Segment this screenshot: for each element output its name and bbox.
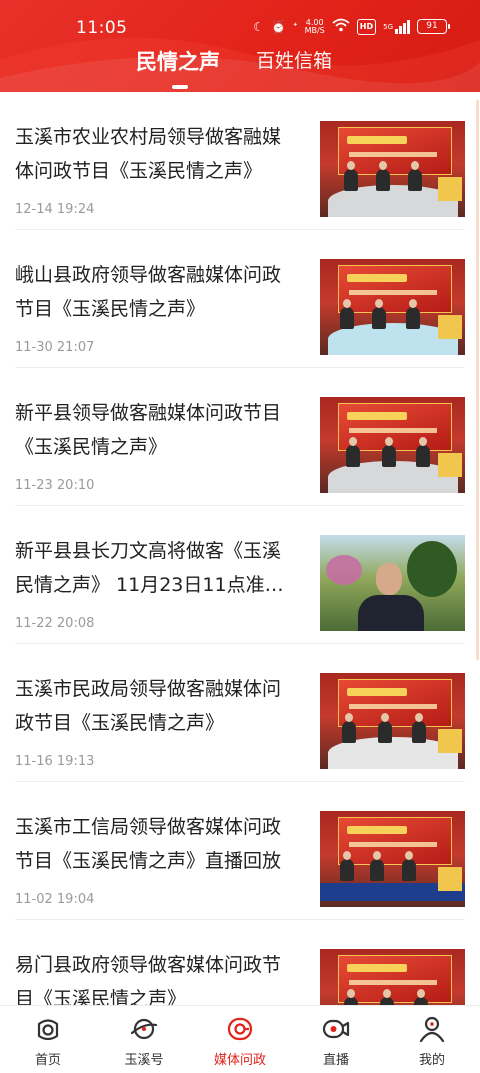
article-title: 玉溪市工信局领导做客媒体问政节目《玉溪民情之声》直播回放 — [15, 816, 282, 872]
app-header: 11:05 ☾ ⏰ ᐩ 4.00 MB/S HD 5G 91 民情之声 百姓信箱 — [0, 0, 480, 92]
battery-level: 91 — [426, 21, 438, 31]
article-list[interactable]: 玉溪市农业农村局领导做客融媒体问政节目《玉溪民情之声》 12-14 19:24 … — [0, 92, 480, 1005]
moon-icon: ☾ — [253, 19, 264, 34]
nav-media-inquiry[interactable]: 媒体问政 — [192, 1006, 288, 1073]
article-time: 12-14 19:24 — [15, 202, 95, 217]
article-item[interactable]: 玉溪市工信局领导做客媒体问政节目《玉溪民情之声》直播回放 11-02 19:04 — [0, 782, 480, 920]
article-item[interactable]: 新平县领导做客融媒体问政节目《玉溪民情之声》 11-23 20:10 — [0, 368, 480, 506]
network-speed: 4.00 MB/S — [304, 18, 325, 35]
article-title: 玉溪市农业农村局领导做客融媒体问政节目《玉溪民情之声》 — [15, 126, 282, 182]
article-thumbnail-studio — [320, 121, 465, 217]
nav-media-inquiry-label: 媒体问政 — [213, 1053, 266, 1068]
article-item[interactable]: 玉溪市民政局领导做客融媒体问政节目《玉溪民情之声》 11-16 19:13 — [0, 644, 480, 782]
article-title: 新平县县长刀文高将做客《玉溪民情之声》 11月23日11点准时收看 — [15, 540, 284, 596]
media-inquiry-icon — [227, 1017, 253, 1041]
nav-yuxi-hao[interactable]: 玉溪号 — [96, 1006, 192, 1073]
alarm-icon: ⏰ — [270, 19, 286, 34]
article-thumbnail-studio — [320, 949, 465, 1005]
signal-label: 5G — [383, 22, 393, 31]
nav-profile-label: 我的 — [418, 1053, 445, 1068]
profile-icon — [419, 1016, 445, 1043]
status-icons: ☾ ⏰ ᐩ 4.00 MB/S HD 5G 91 — [253, 18, 450, 35]
article-time: 11-30 21:07 — [15, 340, 95, 355]
article-item[interactable]: 新平县县长刀文高将做客《玉溪民情之声》 11月23日11点准时收看 11-22 … — [0, 506, 480, 644]
article-time: 11-23 20:10 — [15, 478, 95, 493]
nav-profile[interactable]: 我的 — [384, 1006, 480, 1073]
active-tab-indicator — [172, 85, 188, 89]
article-thumbnail-studio — [320, 397, 465, 493]
article-title: 易门县政府领导做客媒体问政节目《玉溪民情之声》 — [15, 954, 282, 1005]
article-thumbnail-studio — [320, 811, 465, 907]
live-camera-icon — [322, 1019, 350, 1039]
status-bar: 11:05 ☾ ⏰ ᐩ 4.00 MB/S HD 5G 91 — [0, 0, 480, 40]
article-item[interactable]: 玉溪市农业农村局领导做客融媒体问政节目《玉溪民情之声》 12-14 19:24 — [0, 92, 480, 230]
nav-yuxi-hao-label: 玉溪号 — [124, 1053, 164, 1068]
article-title: 玉溪市民政局领导做客融媒体问政节目《玉溪民情之声》 — [15, 678, 282, 734]
bottom-navigation: 首页 玉溪号 媒体问政 直播 我的 — [0, 1005, 480, 1073]
article-time: 11-16 19:13 — [15, 754, 95, 769]
tab-baixing-xinxiang[interactable]: 百姓信箱 — [256, 46, 332, 73]
article-time: 11-02 19:04 — [15, 892, 95, 907]
wifi-icon — [332, 18, 350, 35]
status-time: 11:05 — [76, 18, 128, 38]
bluetooth-icon: ᐩ — [292, 19, 298, 34]
article-item[interactable]: 易门县政府领导做客媒体问政节目《玉溪民情之声》 — [0, 920, 480, 1005]
nav-live[interactable]: 直播 — [288, 1006, 384, 1073]
article-thumbnail-studio — [320, 259, 465, 355]
hd-badge: HD — [356, 18, 377, 35]
planet-icon — [130, 1018, 158, 1040]
header-tabs: 民情之声 百姓信箱 — [0, 46, 480, 89]
nav-live-label: 直播 — [322, 1053, 349, 1068]
article-item[interactable]: 峨山县政府领导做客融媒体问政节目《玉溪民情之声》 11-30 21:07 — [0, 230, 480, 368]
signal-5g: 5G — [383, 19, 410, 34]
article-title: 新平县领导做客融媒体问政节目《玉溪民情之声》 — [15, 402, 282, 458]
battery-indicator: 91 — [417, 19, 450, 34]
article-time: 11-22 20:08 — [15, 616, 95, 631]
article-title: 峨山县政府领导做客融媒体问政节目《玉溪民情之声》 — [15, 264, 282, 320]
nav-home[interactable]: 首页 — [0, 1006, 96, 1073]
nav-home-label: 首页 — [34, 1053, 61, 1068]
article-thumbnail-studio — [320, 673, 465, 769]
tab-minqing-zhisheng[interactable]: 民情之声 — [136, 46, 220, 76]
signal-bars-icon — [395, 19, 410, 34]
network-speed-unit: MB/S — [304, 25, 325, 35]
home-icon — [37, 1019, 59, 1041]
article-thumbnail-portrait — [320, 535, 465, 631]
